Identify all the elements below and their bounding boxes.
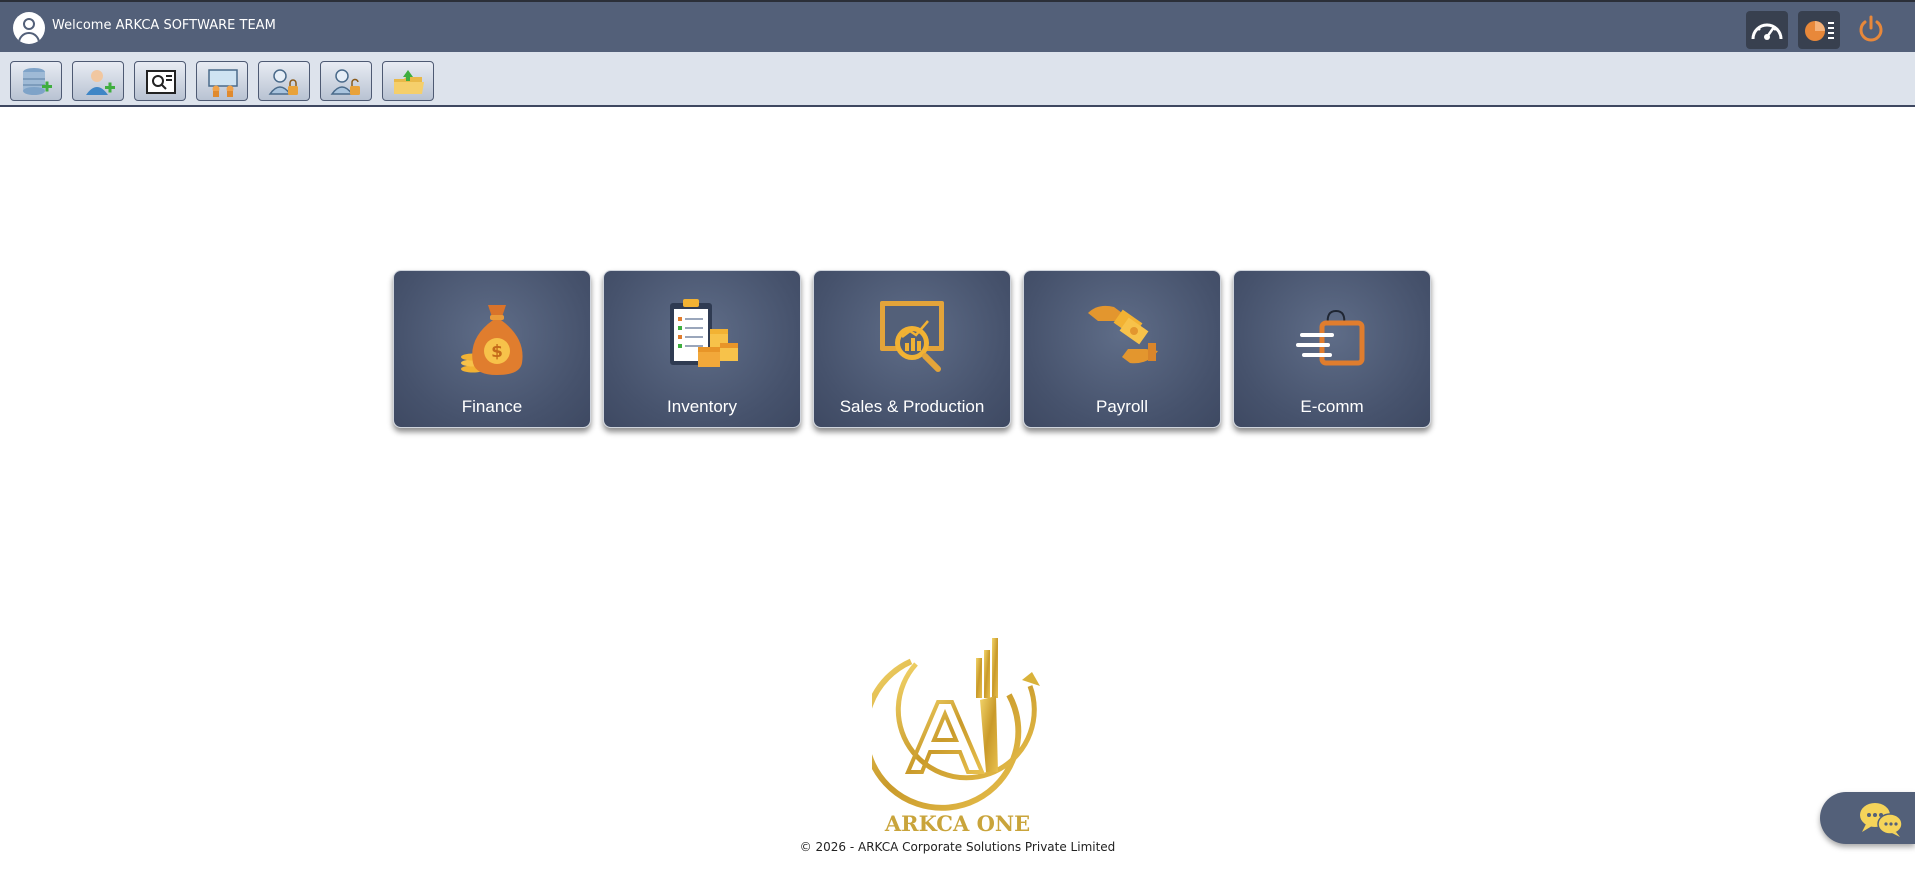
- arkca-one-logo: [872, 638, 1040, 811]
- module-tile-ecomm[interactable]: E-comm: [1233, 270, 1431, 428]
- module-label: Payroll: [1096, 397, 1148, 416]
- module-tile-inventory[interactable]: Inventory: [603, 270, 801, 428]
- shopping-bag-icon: [1296, 309, 1365, 366]
- logo-text: ARKCA ONE: [884, 811, 1031, 836]
- database-add-icon: [23, 68, 52, 95]
- clipboard-boxes-icon: [670, 299, 738, 367]
- user-add-button[interactable]: [72, 61, 124, 101]
- user-lock-button[interactable]: [258, 61, 310, 101]
- module-tile-payroll[interactable]: Payroll: [1023, 270, 1221, 428]
- quick-toolbar: [0, 52, 1915, 107]
- folder-upload-button[interactable]: [382, 61, 434, 101]
- svg-text:$: $: [491, 342, 503, 362]
- power-icon[interactable]: [1856, 14, 1886, 44]
- folder-upload-icon: [394, 70, 424, 94]
- chart-magnifier-icon: [880, 301, 944, 372]
- module-label: Inventory: [667, 397, 737, 416]
- module-tile-sales-production[interactable]: Sales & Production: [813, 270, 1011, 428]
- module-label: Finance: [461, 397, 523, 416]
- module-label: E-comm: [1300, 397, 1364, 416]
- presentation-board-icon: [208, 69, 238, 97]
- document-search-icon: [146, 70, 176, 94]
- top-header-bar: Welcome ARKCA SOFTWARE TEAM: [0, 0, 1915, 52]
- module-label: Sales & Production: [839, 397, 985, 416]
- chat-bubbles-icon: [1860, 803, 1903, 837]
- document-search-button[interactable]: [134, 61, 186, 101]
- module-tile-finance[interactable]: $ Finance: [393, 270, 591, 428]
- presentation-board-button[interactable]: [196, 61, 248, 101]
- hand-money-icon: [1088, 305, 1158, 364]
- copyright-text: © 2026 - ARKCA Corporate Solutions Priva…: [799, 840, 1116, 854]
- welcome-text: Welcome ARKCA SOFTWARE TEAM: [52, 18, 276, 33]
- user-lock-alt-icon: [330, 69, 360, 95]
- report-chart-icon[interactable]: [1798, 11, 1840, 49]
- dashboard-gauge-icon[interactable]: [1746, 11, 1788, 49]
- money-bag-icon: $: [461, 305, 523, 375]
- user-lock-icon: [268, 69, 298, 95]
- user-lock-alt-button[interactable]: [320, 61, 372, 101]
- user-avatar-icon[interactable]: [13, 12, 45, 44]
- user-add-icon: [86, 70, 115, 95]
- chat-button[interactable]: [1820, 792, 1915, 844]
- database-add-button[interactable]: [10, 61, 62, 101]
